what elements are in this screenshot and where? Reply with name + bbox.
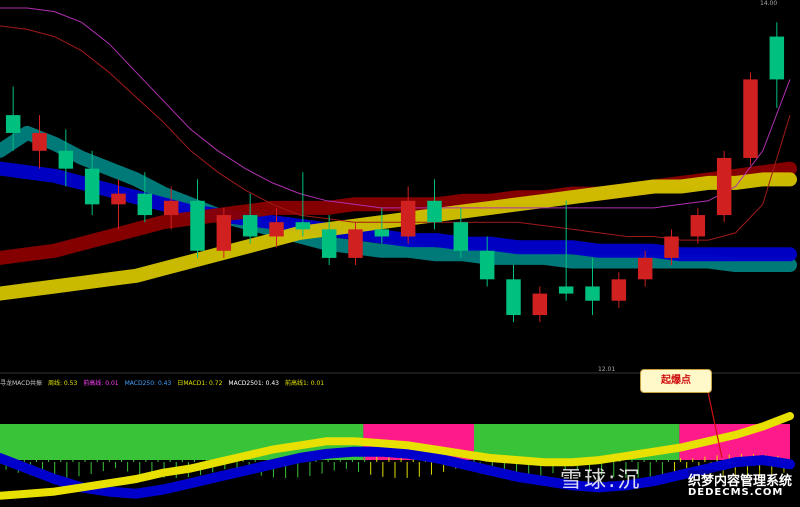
candle-body <box>743 79 758 158</box>
candle-body <box>5 115 21 133</box>
candle-body <box>427 200 442 223</box>
stock-chart <box>0 7 800 500</box>
legend-item: 前高线1: 0.01 <box>284 380 325 387</box>
candle-body <box>216 215 232 251</box>
candle-body <box>532 293 548 316</box>
candle-body <box>321 229 337 258</box>
candle-body <box>137 193 153 216</box>
watermark-site: 雪球:沉 <box>560 468 642 493</box>
candle-body <box>374 229 390 237</box>
candle-body <box>84 168 100 205</box>
candle-body <box>242 215 258 237</box>
candle-body <box>716 157 732 216</box>
candle-body <box>506 279 521 316</box>
candle-body <box>111 193 126 205</box>
legend-item: 周线: 0.53 <box>48 380 78 387</box>
candle-body <box>664 236 679 258</box>
candle-body <box>190 200 205 251</box>
candle-body <box>348 229 363 258</box>
watermark-url: DEDECMS.COM <box>688 487 784 498</box>
breakout-callout: 起爆点 <box>640 369 712 393</box>
candle-body <box>479 250 495 280</box>
candle-body <box>32 132 47 151</box>
candle-body <box>400 200 416 237</box>
candle-body <box>269 222 284 237</box>
price-high-label: 14.00 <box>760 0 778 7</box>
candle-body <box>611 279 627 301</box>
candle-body <box>163 200 179 216</box>
legend-item: 日MACD1: 0.72 <box>177 380 223 387</box>
candle-body <box>295 222 311 230</box>
legend-item: MACD250: 0.43 <box>124 380 172 387</box>
candle-body <box>585 286 600 301</box>
candle-body <box>453 222 469 251</box>
candle-body <box>558 286 574 294</box>
price-low-label: 12.01 <box>598 366 616 373</box>
legend-item: MACD2501: 0.43 <box>228 380 279 387</box>
candle-body <box>690 215 706 237</box>
candle-body <box>58 150 74 169</box>
legend-item: 寻龙MACD共振 <box>0 380 42 387</box>
legend-item: 前高线: 0.01 <box>83 380 119 387</box>
candle-body <box>637 257 653 280</box>
candle-body <box>769 36 785 80</box>
